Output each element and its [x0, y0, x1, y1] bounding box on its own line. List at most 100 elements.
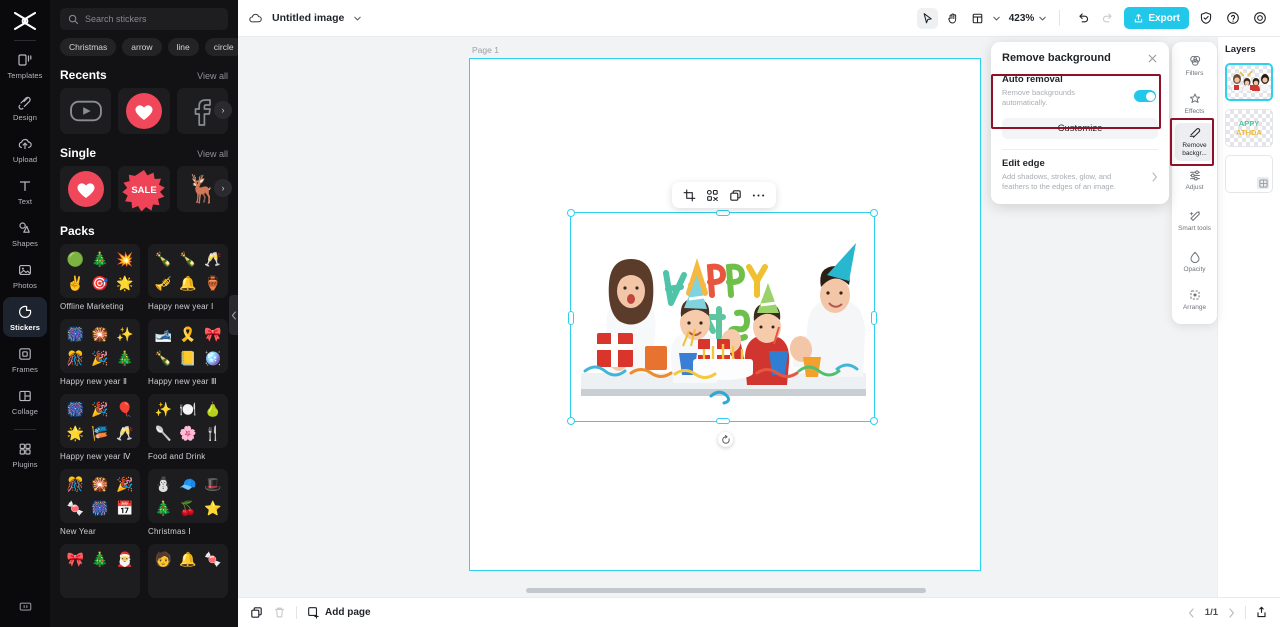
single-tile-sale[interactable]: SALE	[118, 166, 170, 212]
right-tool-adjust[interactable]: Adjust	[1175, 161, 1214, 199]
redo-button[interactable]	[1097, 8, 1118, 29]
right-tool-smart-tools[interactable]: Smart tools	[1175, 199, 1214, 243]
recent-tile-video[interactable]	[60, 88, 112, 134]
pack-emoji: ⭐	[203, 500, 222, 516]
sidebar-item-text[interactable]: Text	[3, 171, 47, 211]
pack-item[interactable]: 🎿 🎗️ 🎀 🍾 📒 🪩 Happy new year Ⅲ	[148, 319, 228, 386]
pack-item[interactable]: 🍾 🍾 🥂 🎺 🔔 🏺 Happy new year Ⅰ	[148, 244, 228, 311]
canvas-horizontal-scrollbar[interactable]	[526, 588, 926, 593]
search-box[interactable]	[60, 8, 228, 30]
pack-item[interactable]: ⛄ 🧢 🎩 🎄 🍒 ⭐ Christmas Ⅰ	[148, 469, 228, 536]
sidebar-item-plugins[interactable]: Plugins	[3, 434, 47, 474]
single-view-all[interactable]: View all	[197, 149, 228, 159]
right-tool-opacity[interactable]: Opacity	[1175, 243, 1214, 281]
zoom-level[interactable]: 423%	[1009, 13, 1035, 24]
export-button[interactable]: Export	[1124, 7, 1189, 29]
pack-name: New Year	[60, 527, 96, 536]
more-icon[interactable]	[752, 193, 765, 198]
sidebar-item-shapes[interactable]: Shapes	[3, 213, 47, 253]
duplicate-icon[interactable]	[250, 606, 263, 619]
export-icon[interactable]	[1255, 606, 1268, 619]
add-page-button[interactable]: Add page	[307, 606, 371, 619]
pack-emoji: 🎉	[91, 350, 109, 366]
shield-icon[interactable]	[1195, 8, 1216, 29]
pack-item[interactable]: 🎆 🎇 ✨ 🎊 🎉 🎄 Happy new year Ⅱ	[60, 319, 140, 386]
sidebar-item-stickers[interactable]: Stickers	[3, 297, 47, 337]
chip-line[interactable]: line	[167, 38, 199, 56]
select-tool-button[interactable]	[916, 7, 938, 29]
chevron-down-icon[interactable]	[353, 14, 362, 23]
resize-handle-left[interactable]	[568, 311, 574, 325]
pack-item[interactable]: 🎆 🎉 🎈 🌟 🎏 🥂 Happy new year Ⅳ	[60, 394, 140, 461]
pack-thumbnail: 🟢 🎄 💥 ✌️ 🎯 🌟	[60, 244, 140, 298]
layer-background[interactable]	[1225, 155, 1273, 193]
resize-handle-right[interactable]	[871, 311, 877, 325]
undo-button[interactable]	[1072, 8, 1093, 29]
pack-item[interactable]: ✨ 🍽️ 🍐 🥄 🌸 🍴 Food and Drink	[148, 394, 228, 461]
crop-icon[interactable]	[683, 189, 696, 202]
right-tool-filters[interactable]: Filters	[1175, 47, 1214, 85]
edit-edge-section[interactable]: Edit edge Add shadows, strokes, glow, an…	[1002, 158, 1158, 192]
sidebar-item-collage[interactable]: Collage	[3, 381, 47, 421]
frame-tool-button[interactable]	[967, 8, 988, 29]
search-input[interactable]	[85, 14, 220, 24]
resize-handle-bottom[interactable]	[716, 418, 730, 424]
resize-handle-bl[interactable]	[567, 417, 575, 425]
chip-christmas[interactable]: Christmas	[60, 38, 117, 56]
single-next-button[interactable]: ›	[214, 179, 232, 197]
right-tool-effects[interactable]: Effects	[1175, 85, 1214, 123]
resize-handle-tl[interactable]	[567, 209, 575, 217]
settings-icon[interactable]	[1249, 8, 1270, 29]
resize-handle-br[interactable]	[870, 417, 878, 425]
document-title[interactable]: Untitled image	[272, 12, 344, 24]
auto-removal-toggle[interactable]	[1134, 90, 1156, 102]
sidebar-label: Templates	[7, 70, 43, 80]
right-tool-remove-background[interactable]: Remove backgr...	[1175, 123, 1214, 161]
sidebar-item-design[interactable]: Design	[3, 87, 47, 127]
layer-photo[interactable]	[1225, 63, 1273, 101]
single-tile-heart[interactable]	[60, 166, 112, 212]
sidebar-item-frames[interactable]: Frames	[3, 339, 47, 379]
resize-handle-tr[interactable]	[870, 209, 878, 217]
pack-item[interactable]: 🟢 🎄 💥 ✌️ 🎯 🌟 Offline Marketing	[60, 244, 140, 311]
customize-button[interactable]: Customize	[1002, 118, 1158, 139]
sidebar-item-photos[interactable]: Photos	[3, 255, 47, 295]
frame-dropdown-caret[interactable]	[992, 14, 1001, 23]
pack-item[interactable]: 🎊 🎇 🎉 🍬 🎆 📅 New Year	[60, 469, 140, 536]
recents-next-button[interactable]: ›	[214, 101, 232, 119]
pack-thumbnail: 🎿 🎗️ 🎀 🍾 📒 🪩	[148, 319, 228, 373]
cutout-icon[interactable]	[706, 189, 719, 202]
zoom-dropdown-caret[interactable]	[1038, 14, 1047, 23]
right-tool-arrange[interactable]: Arrange	[1175, 281, 1214, 319]
sidebar-item-upload[interactable]: Upload	[3, 129, 47, 169]
hand-tool-button[interactable]	[942, 8, 963, 29]
chip-circle[interactable]: circle	[204, 38, 238, 56]
recents-view-all[interactable]: View all	[197, 71, 228, 81]
svg-text:SALE: SALE	[131, 185, 156, 196]
panel-title: Remove background	[1002, 52, 1111, 64]
next-page-button[interactable]	[1227, 607, 1236, 618]
pack-item[interactable]: 🧑 🔔 🍬	[148, 544, 228, 598]
rotate-handle[interactable]	[718, 432, 733, 447]
panel-collapse-handle[interactable]	[229, 295, 238, 335]
happy-birthday-family-photo[interactable]	[571, 213, 874, 421]
resize-handle-top[interactable]	[716, 210, 730, 216]
layers-title: Layers	[1225, 44, 1256, 55]
cloud-icon[interactable]	[248, 11, 263, 26]
duplicate-icon[interactable]	[729, 189, 742, 202]
layer-happy-birthday-text[interactable]: APPY ATHDA	[1225, 109, 1273, 147]
chevron-right-icon[interactable]	[1151, 172, 1158, 182]
close-icon[interactable]	[1147, 53, 1158, 64]
chip-arrow[interactable]: arrow	[122, 38, 162, 56]
trash-icon[interactable]	[273, 606, 286, 619]
pack-emoji: 🎇	[91, 326, 109, 342]
app-logo[interactable]	[8, 8, 42, 34]
sidebar-label: Text	[17, 196, 33, 206]
help-icon[interactable]	[1222, 8, 1243, 29]
prev-page-button[interactable]	[1187, 607, 1196, 618]
selected-image-frame[interactable]	[567, 209, 878, 425]
pack-item[interactable]: 🎀 🎄 🎅	[60, 544, 140, 598]
panel-toggle-icon[interactable]	[3, 593, 47, 619]
recent-tile-heart[interactable]	[118, 88, 170, 134]
sidebar-item-templates[interactable]: Templates	[3, 45, 47, 85]
